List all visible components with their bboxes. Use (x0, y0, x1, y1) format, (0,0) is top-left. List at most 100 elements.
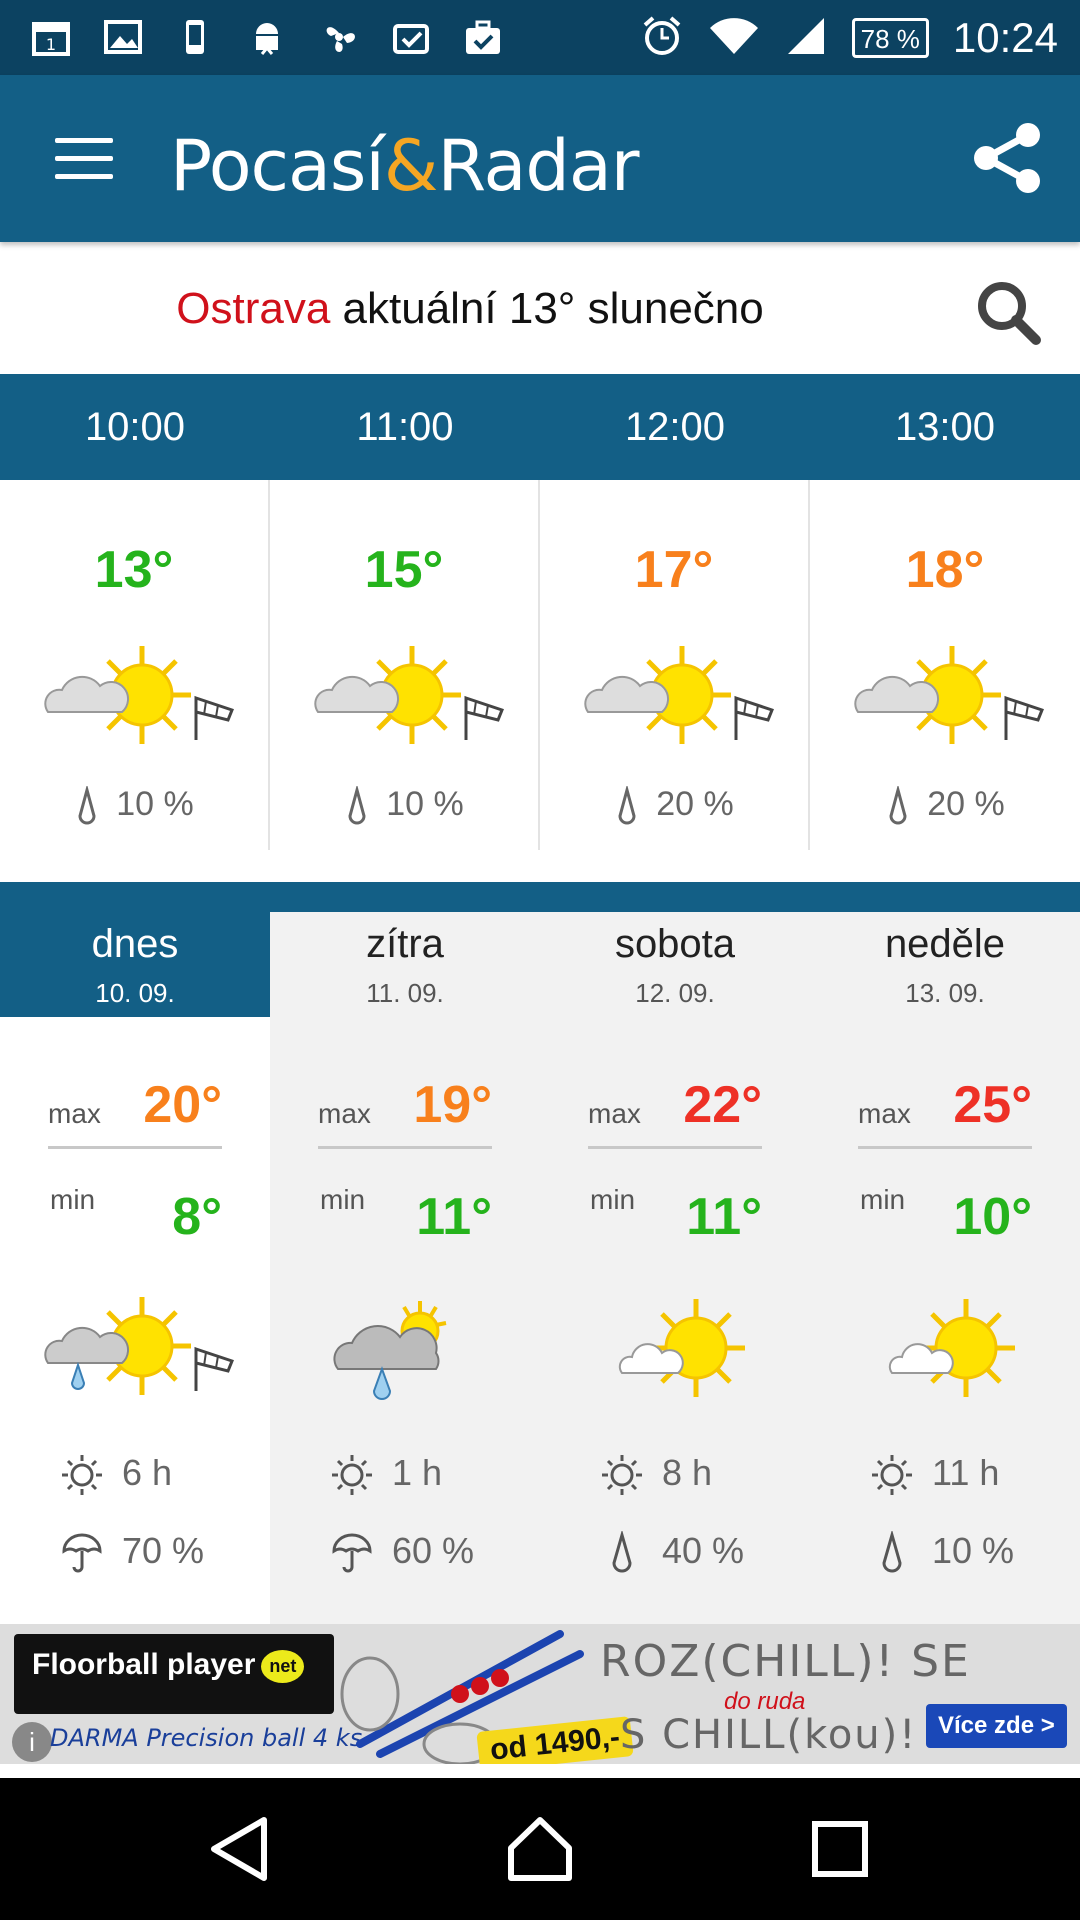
hour-label[interactable]: 10:00 (0, 374, 270, 480)
ad-banner[interactable]: Floorball player net i DARMA Precision ba… (0, 1624, 1080, 1764)
android-icon (246, 16, 288, 58)
city-name[interactable]: Ostrava (176, 284, 330, 333)
calendar-icon: 1 (30, 16, 72, 58)
ad-slogan-2: S CHILL(kou)! (620, 1712, 918, 1758)
rain-chance: 40 % (600, 1530, 800, 1575)
sunshine-hours: 8 h (600, 1452, 800, 1497)
max-label: max (318, 1098, 371, 1129)
ad-slogan: ROZ(CHILL)! SE (600, 1636, 971, 1687)
precip-chance: 10 % (270, 784, 538, 826)
hour-column[interactable]: 13° 10 % (0, 480, 270, 850)
rain-chance: 10 % (870, 1530, 1070, 1575)
hour-temperature: 15° (364, 541, 444, 599)
hour-column[interactable]: 15° 10 % (270, 480, 540, 850)
max-temperature: 19° (413, 1076, 492, 1134)
section-divider (0, 882, 1080, 912)
hour-column[interactable]: 17° 20 % (540, 480, 810, 850)
max-temperature: 20° (143, 1076, 222, 1134)
current-weather-text: aktuální 13° slunečno (330, 284, 764, 333)
day-date: 12. 09. (635, 978, 715, 1008)
share-icon[interactable] (964, 115, 1050, 201)
battery-indicator: 78 % (851, 18, 929, 58)
min-temperature: 11° (686, 1188, 762, 1246)
day-name: neděle (884, 922, 1006, 966)
alarm-icon (640, 14, 684, 63)
ad-brand-logo: Floorball player net (14, 1634, 334, 1714)
drop-icon (885, 784, 911, 826)
day-date: 10. 09. (95, 978, 175, 1008)
mostly-sunny-icon (578, 1287, 778, 1407)
umbrella-icon (60, 1531, 104, 1575)
phone-icon (174, 16, 216, 58)
mostly-sunny-icon (848, 1287, 1048, 1407)
hour-label[interactable]: 11:00 (270, 374, 540, 480)
hour-column[interactable]: 18° 20 % (810, 480, 1080, 850)
signal-icon (784, 14, 828, 63)
ad-product: DARMA Precision ball 4 ks (50, 1724, 363, 1752)
day-date: 13. 09. (905, 978, 985, 1008)
hour-temperature: 17° (634, 541, 714, 599)
daily-forecast: dnes 10. 09. max 20° min 8° 6 h 70 % zít… (0, 912, 1080, 1624)
sunshine-hours: 6 h (60, 1452, 260, 1497)
sun-icon (600, 1453, 644, 1497)
drop-icon (600, 1530, 644, 1575)
hour-temperature: 18° (905, 541, 985, 599)
partly-sunny-windy-icon (308, 640, 508, 750)
current-summary: Ostrava aktuální 13° slunečno (0, 284, 940, 334)
day-name: dnes (91, 922, 179, 966)
sunshine-hours: 11 h (870, 1452, 1070, 1497)
info-icon[interactable]: i (12, 1722, 52, 1762)
drop-icon (870, 1530, 914, 1575)
sunshine-hours: 1 h (330, 1452, 530, 1497)
day-date: 11. 09. (366, 978, 444, 1008)
app-bar: Pocasí&Radar (0, 75, 1080, 242)
day-column[interactable]: neděle 13. 09. max 25° min 10° 11 h 10 % (810, 912, 1080, 1624)
recents-icon[interactable] (803, 1812, 877, 1886)
day-header: dnes 10. 09. (0, 912, 270, 1017)
max-temperature: 22° (683, 1076, 762, 1134)
app-logo: Pocasí&Radar (170, 125, 640, 207)
clock: 10:24 (952, 14, 1058, 61)
home-icon[interactable] (503, 1812, 577, 1886)
task-icon (390, 16, 432, 58)
day-column[interactable]: zítra 11. 09. max 19° min 11° 1 h 60 % (270, 912, 540, 1624)
ad-cta-button[interactable]: Více zde > (926, 1704, 1067, 1748)
sun-icon (330, 1453, 374, 1497)
sun-icon (60, 1453, 104, 1497)
briefcase-check-icon (462, 16, 504, 58)
status-bar: 1 78 % 10:24 (0, 0, 1080, 75)
max-label: max (858, 1098, 911, 1129)
hour-label[interactable]: 12:00 (540, 374, 810, 480)
min-label: min (50, 1184, 96, 1215)
hour-label[interactable]: 13:00 (810, 374, 1080, 480)
rain-chance: 60 % (330, 1530, 530, 1575)
system-icons: 78 % 10:24 (640, 12, 1058, 64)
max-label: max (588, 1098, 641, 1129)
day-column-today[interactable]: dnes 10. 09. max 20° min 8° 6 h 70 % (0, 912, 270, 1624)
precip-chance: 20 % (810, 784, 1080, 826)
precip-chance: 10 % (0, 784, 268, 826)
drop-icon (344, 784, 370, 826)
min-temperature: 11° (416, 1188, 492, 1246)
partly-sunny-windy-icon (578, 640, 778, 750)
svg-text:1: 1 (46, 35, 56, 54)
min-temperature: 10° (953, 1188, 1032, 1246)
min-label: min (320, 1184, 366, 1215)
day-name: sobota (614, 922, 736, 966)
back-icon[interactable] (204, 1812, 278, 1886)
day-header: zítra 11. 09. (270, 912, 540, 1017)
wifi-icon (708, 14, 760, 63)
current-conditions: Ostrava aktuální 13° slunečno (0, 242, 1080, 374)
search-icon[interactable] (972, 276, 1044, 348)
hourly-forecast: 13° 10 % 15° 10 % 17° 20 % 18° 20 % (0, 480, 1080, 850)
day-column[interactable]: sobota 12. 09. max 22° min 11° 8 h 40 % (540, 912, 810, 1624)
hamburger-menu-icon[interactable] (55, 138, 113, 180)
min-temperature: 8° (172, 1188, 222, 1246)
hourly-header: 10:00 11:00 12:00 13:00 (0, 374, 1080, 480)
max-temperature: 25° (953, 1076, 1032, 1134)
divider (588, 1146, 762, 1149)
divider (858, 1146, 1032, 1149)
rain-chance: 70 % (60, 1530, 260, 1575)
partly-sunny-windy-icon (38, 640, 238, 750)
partly-sunny-windy-icon (848, 640, 1048, 750)
